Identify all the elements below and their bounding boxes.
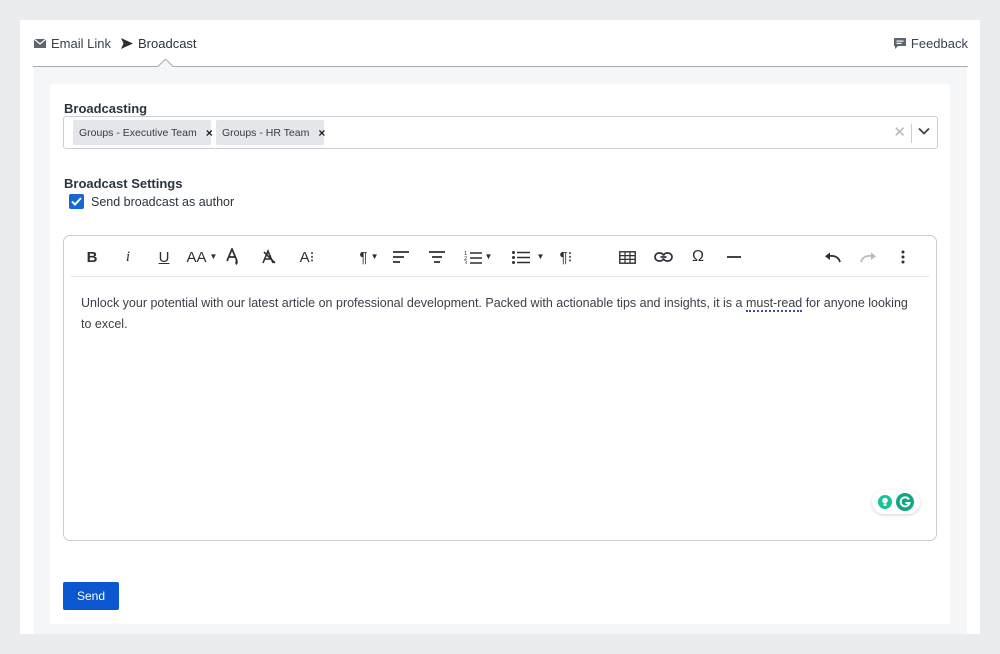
- undo-icon: [824, 252, 841, 262]
- table-icon: [618, 250, 636, 264]
- bold-button[interactable]: B: [83, 245, 101, 269]
- lightbulb-icon[interactable]: [878, 495, 892, 509]
- align-left-icon: [393, 251, 409, 263]
- paragraph-format-button[interactable]: ¶ ▼: [355, 245, 383, 269]
- broadcast-groups-select[interactable]: Groups - Executive Team × Groups - HR Te…: [63, 116, 938, 149]
- font-size-button[interactable]: AA ▼: [186, 245, 218, 269]
- comment-icon: [893, 37, 906, 49]
- paragraph-style-button[interactable]: ¶⁝: [555, 245, 577, 269]
- editor-toolbar: B i U AA ▼ A⁝ ¶ ▼ 1 2 3 ▼ ▼ ¶⁝ Ω: [71, 237, 929, 277]
- send-button[interactable]: Send: [63, 582, 119, 610]
- bullet-list-icon: [511, 250, 530, 264]
- group-chip: Groups - HR Team ×: [216, 120, 325, 145]
- redo-icon: [859, 252, 876, 262]
- more-options-button[interactable]: [895, 245, 911, 269]
- undo-button[interactable]: [822, 245, 842, 269]
- chevron-down-icon[interactable]: [918, 127, 930, 135]
- broadcast-form: Broadcasting Groups - Executive Team × G…: [50, 84, 950, 624]
- select-divider: [911, 124, 912, 143]
- italic-button[interactable]: i: [119, 245, 137, 269]
- grammar-flagged-word[interactable]: must-read: [745, 296, 803, 312]
- tab-bar: Email Link Broadcast Feedback: [33, 20, 968, 67]
- send-as-author-checkbox[interactable]: [69, 194, 84, 209]
- clear-formatting-button[interactable]: [259, 245, 279, 269]
- editor-text-start: Unlock your potential with our latest ar…: [81, 296, 746, 310]
- more-vertical-icon: [901, 250, 905, 264]
- font-family-button[interactable]: A⁝: [295, 245, 319, 269]
- svg-text:3: 3: [464, 261, 467, 265]
- group-chip-label: Groups - HR Team: [222, 126, 310, 139]
- redo-button[interactable]: [858, 245, 878, 269]
- send-as-author-label: Send broadcast as author: [91, 194, 235, 209]
- send-as-author-option[interactable]: Send broadcast as author: [69, 194, 234, 209]
- text-color-icon: [226, 248, 238, 265]
- insert-link-button[interactable]: [652, 245, 674, 269]
- feedback-label: Feedback: [910, 36, 968, 51]
- align-center-button[interactable]: [427, 245, 447, 269]
- insert-table-button[interactable]: [617, 245, 637, 269]
- feedback-link[interactable]: Feedback: [893, 36, 968, 51]
- horizontal-line-icon: [727, 256, 741, 258]
- active-tab-indicator: [157, 59, 173, 67]
- remove-chip-icon[interactable]: ×: [206, 127, 213, 139]
- rich-text-editor: B i U AA ▼ A⁝ ¶ ▼ 1 2 3 ▼ ▼ ¶⁝ Ω Unlock …: [63, 235, 937, 541]
- broadcast-card: Email Link Broadcast Feedback Broadcasti…: [20, 20, 980, 634]
- group-chip-label: Groups - Executive Team: [79, 126, 197, 139]
- tab-email-link-label: Email Link: [51, 36, 111, 51]
- align-center-icon: [429, 251, 445, 263]
- text-color-button[interactable]: [223, 245, 243, 269]
- send-icon: [121, 38, 133, 49]
- group-chip: Groups - Executive Team ×: [73, 120, 213, 145]
- tab-broadcast-label: Broadcast: [138, 36, 197, 51]
- ordered-list-icon: 123: [464, 251, 482, 265]
- link-icon: [653, 252, 673, 262]
- broadcast-settings-label: Broadcast Settings: [64, 176, 183, 191]
- remove-chip-icon[interactable]: ×: [318, 127, 325, 139]
- clear-all-icon[interactable]: ✕: [893, 125, 906, 140]
- tab-broadcast[interactable]: Broadcast: [121, 36, 197, 51]
- checkmark-icon: [71, 197, 82, 206]
- caret-down-icon: ▼: [370, 252, 379, 261]
- unordered-list-button[interactable]: ▼: [511, 245, 545, 269]
- grammarly-widget[interactable]: [872, 490, 920, 514]
- paragraph-format-label: ¶: [359, 248, 368, 266]
- horizontal-rule-button[interactable]: [724, 245, 744, 269]
- caret-down-icon: ▼: [209, 252, 218, 261]
- caret-down-icon: ▼: [484, 252, 493, 261]
- underline-button[interactable]: U: [155, 245, 173, 269]
- broadcast-panel: Broadcasting Groups - Executive Team × G…: [34, 67, 967, 634]
- envelope-icon: [34, 39, 46, 48]
- grammarly-icon[interactable]: [896, 493, 914, 511]
- ordered-list-button[interactable]: 123 ▼: [463, 245, 493, 269]
- align-left-button[interactable]: [391, 245, 411, 269]
- tab-email-link[interactable]: Email Link: [34, 36, 111, 51]
- clear-formatting-icon: [262, 249, 276, 264]
- font-size-label: AA: [186, 248, 207, 266]
- caret-down-icon: ▼: [536, 252, 545, 261]
- editor-content[interactable]: Unlock your potential with our latest ar…: [81, 293, 911, 335]
- special-characters-button[interactable]: Ω: [688, 245, 708, 269]
- broadcasting-label: Broadcasting: [64, 101, 148, 116]
